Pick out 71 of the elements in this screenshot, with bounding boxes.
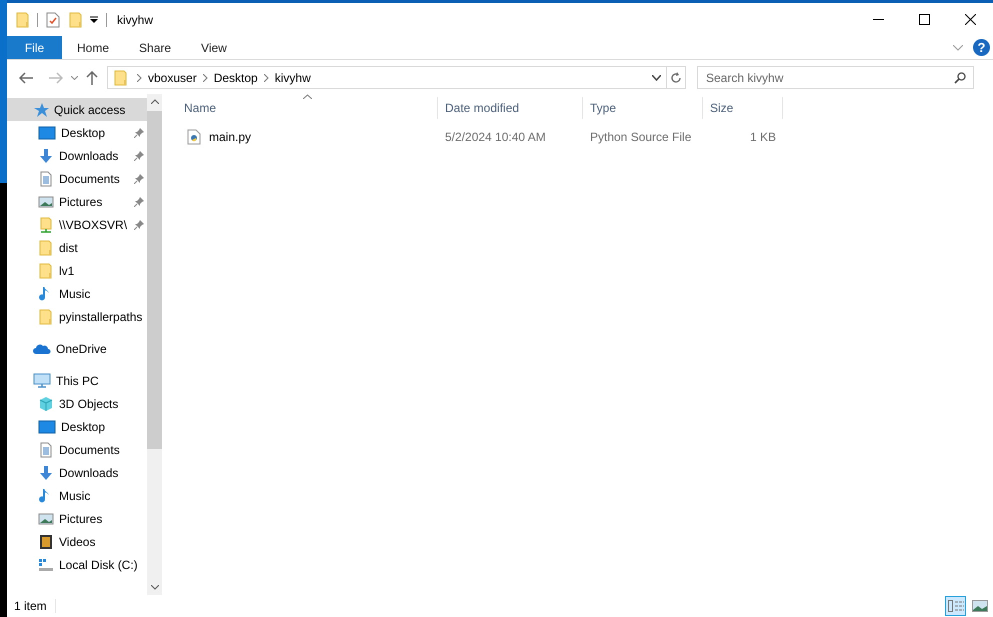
nav-item[interactable]: Videos bbox=[7, 530, 147, 553]
column-header[interactable]: Size bbox=[703, 97, 783, 119]
file-name-cell[interactable]: main.py bbox=[177, 126, 438, 148]
column-header[interactable]: Date modified bbox=[438, 97, 583, 119]
nav-item[interactable]: OneDrive bbox=[7, 337, 147, 360]
search-icon bbox=[954, 72, 966, 84]
desktop-icon bbox=[38, 124, 56, 140]
type-cell-text: Python Source File bbox=[589, 129, 692, 146]
refresh-icon[interactable] bbox=[667, 66, 686, 89]
network-icon bbox=[38, 216, 54, 232]
documents-icon bbox=[38, 442, 54, 458]
nav-item[interactable]: dist bbox=[7, 236, 147, 259]
breadcrumb-link[interactable]: vboxuser bbox=[145, 70, 200, 84]
nav-item[interactable]: 3D Objects bbox=[7, 392, 147, 415]
pc-icon bbox=[33, 372, 51, 388]
nav-item[interactable]: Desktop bbox=[7, 415, 147, 438]
item-count: 1 item bbox=[7, 599, 56, 613]
nav-item[interactable]: lv1 bbox=[7, 259, 147, 282]
close-icon[interactable] bbox=[964, 14, 976, 25]
desktop-icon bbox=[38, 418, 56, 434]
properties-icon[interactable] bbox=[46, 12, 60, 28]
nav-item[interactable]: pyinstallerpaths bbox=[7, 305, 147, 328]
column-header[interactable]: Type bbox=[583, 97, 703, 119]
cube-icon bbox=[38, 396, 54, 412]
nav-item[interactable]: Documents bbox=[7, 438, 147, 461]
file-menu-button[interactable]: File bbox=[7, 36, 62, 59]
pictures-icon bbox=[38, 510, 54, 526]
python-file-icon bbox=[187, 129, 201, 145]
help-button[interactable]: ? bbox=[973, 39, 990, 56]
nav-item[interactable]: Music bbox=[7, 484, 147, 507]
date-cell-text: 5/2/2024 10:40 AM bbox=[444, 129, 547, 146]
folder-icon bbox=[113, 70, 129, 86]
breadcrumb-link[interactable]: Desktop bbox=[210, 70, 261, 84]
address-dropdown-icon[interactable] bbox=[652, 74, 661, 80]
folder-icon bbox=[38, 240, 54, 256]
nav-item[interactable]: Downloads bbox=[7, 144, 147, 167]
size-cell-text: 1 KB bbox=[748, 129, 777, 146]
address-bar[interactable]: vboxuser Desktop kivyhw bbox=[107, 66, 667, 89]
nav-item[interactable]: Downloads bbox=[7, 461, 147, 484]
drive-icon bbox=[38, 556, 54, 572]
videos-icon bbox=[38, 534, 54, 550]
ribbon-tab[interactable]: View bbox=[186, 36, 242, 59]
nav-item[interactable]: Music bbox=[7, 282, 147, 305]
ribbon-tab[interactable]: Home bbox=[62, 36, 124, 59]
nav-item[interactable]: This PC bbox=[7, 369, 147, 392]
nav-item[interactable]: Quick access bbox=[7, 98, 147, 121]
nav-item[interactable]: Pictures bbox=[7, 507, 147, 530]
nav-item[interactable]: Local Disk (C:) bbox=[7, 553, 147, 576]
scrollbar-thumb[interactable] bbox=[147, 111, 162, 449]
column-header[interactable]: Name bbox=[177, 97, 438, 119]
downloads-icon bbox=[38, 148, 54, 164]
folder-icon bbox=[38, 308, 54, 324]
nav-item[interactable]: Documents bbox=[7, 167, 147, 190]
dropdown-icon[interactable] bbox=[90, 16, 98, 24]
nav-item[interactable]: \\VBOXSVR\ bbox=[7, 213, 147, 236]
sort-caret-icon bbox=[303, 94, 312, 99]
star-icon bbox=[33, 102, 49, 118]
nav-item[interactable]: Desktop bbox=[7, 121, 147, 144]
scrollbar[interactable] bbox=[147, 94, 162, 595]
documents-icon bbox=[38, 170, 54, 186]
search-field[interactable]: Search kivyhw bbox=[697, 66, 974, 89]
nav-item[interactable]: Pictures bbox=[7, 190, 147, 213]
pictures-icon bbox=[38, 194, 54, 210]
breadcrumb-link[interactable]: kivyhw bbox=[272, 70, 314, 84]
maximize-icon[interactable] bbox=[918, 14, 930, 25]
minimize-icon[interactable] bbox=[872, 19, 884, 20]
window-title: kivyhw bbox=[117, 12, 154, 26]
downloads-icon bbox=[38, 464, 54, 480]
folder-icon bbox=[38, 262, 54, 278]
details-view-button[interactable] bbox=[945, 596, 966, 616]
ribbon-tab[interactable]: Share bbox=[124, 36, 186, 59]
